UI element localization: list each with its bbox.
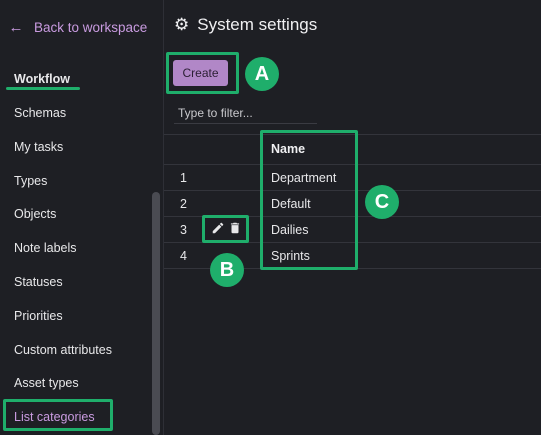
callout-a: A — [245, 57, 279, 91]
page-title: ⚙ System settings — [174, 14, 317, 36]
sidebar-item-schemas[interactable]: Schemas — [14, 106, 66, 120]
pencil-icon[interactable] — [211, 221, 225, 235]
sidebar-scrollbar[interactable] — [152, 192, 160, 435]
sidebar-item-asset-types[interactable]: Asset types — [14, 376, 79, 390]
sidebar-item-objects[interactable]: Objects — [14, 207, 56, 221]
page-title-text: System settings — [197, 15, 318, 34]
filter-input[interactable] — [174, 102, 317, 124]
sidebar-item-priorities[interactable]: Priorities — [14, 309, 63, 323]
sidebar-item-statuses[interactable]: Statuses — [14, 275, 63, 289]
sidebar-item-types[interactable]: Types — [14, 174, 47, 188]
active-item-underline — [6, 87, 80, 90]
callout-c: C — [365, 185, 399, 219]
list-categories-highlight-box — [3, 399, 113, 431]
name-column-highlight-box — [260, 130, 358, 270]
row-number: 3 — [180, 223, 187, 237]
sidebar-item-note-labels[interactable]: Note labels — [14, 241, 77, 255]
trash-icon[interactable] — [228, 221, 242, 235]
gear-icon: ⚙ — [174, 15, 190, 34]
back-link-label: Back to workspace — [34, 19, 148, 35]
row-number: 4 — [180, 249, 187, 263]
sidebar: ← Back to workspace Workflow Schemas My … — [0, 0, 164, 435]
row-number: 2 — [180, 197, 187, 211]
sidebar-item-workflow[interactable]: Workflow — [14, 72, 70, 86]
sidebar-item-custom-attributes[interactable]: Custom attributes — [14, 343, 112, 357]
arrow-left-icon: ← — [8, 18, 24, 36]
row-number: 1 — [180, 171, 187, 185]
sidebar-item-my-tasks[interactable]: My tasks — [14, 140, 63, 154]
back-to-workspace-link[interactable]: ← Back to workspace — [8, 16, 148, 38]
callout-b: B — [210, 253, 244, 287]
create-button[interactable]: Create — [173, 60, 228, 86]
